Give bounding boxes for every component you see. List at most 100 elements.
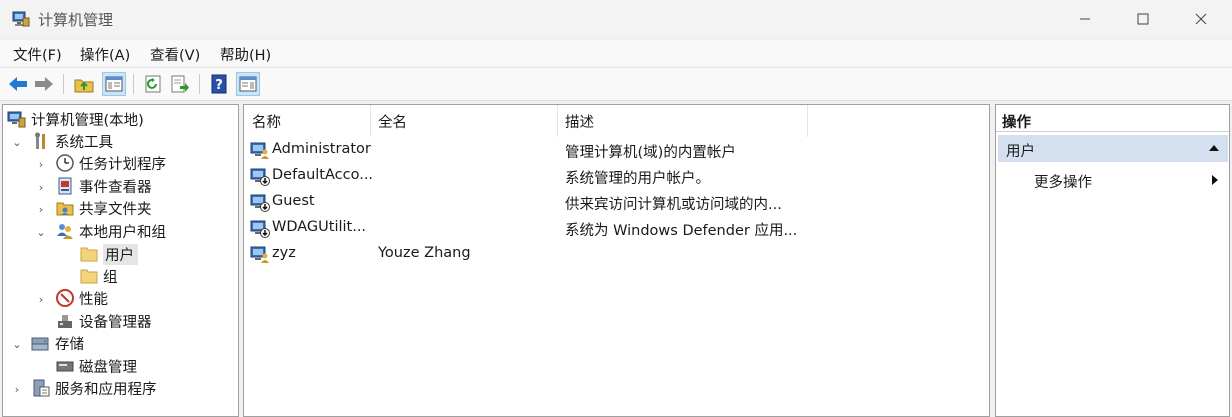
list-cell-description: 系统为 Windows Defender 应用... (565, 223, 798, 239)
actions-section-users[interactable]: 用户 (998, 135, 1228, 162)
user-disabled-icon (250, 192, 270, 216)
maximize-button[interactable] (1114, 0, 1172, 38)
menu-file[interactable]: 文件(F) (13, 44, 62, 65)
column-header-name[interactable]: 名称 (252, 111, 281, 132)
tree-item-services-apps[interactable]: 服务和应用程序 (31, 377, 157, 399)
list-cell-name: Guest (272, 193, 315, 209)
actions-title: 操作 (1002, 115, 1031, 131)
menu-bar: 文件(F) 操作(A) 查看(V) 帮助(H) (0, 40, 1232, 66)
chevron-down-icon[interactable]: ⌄ (11, 337, 23, 351)
svg-text:?: ? (215, 78, 223, 93)
export-list-button[interactable] (168, 72, 192, 96)
chevron-right-icon[interactable]: › (35, 157, 47, 171)
submenu-arrow-icon[interactable] (1211, 174, 1219, 186)
folder-icon (79, 266, 99, 286)
tree-item-task-scheduler[interactable]: 任务计划程序 (55, 152, 166, 174)
tree-label: 组 (103, 269, 118, 286)
close-icon (1195, 13, 1207, 25)
tree-label: 磁盘管理 (79, 359, 137, 376)
storage-icon (31, 333, 51, 353)
column-header-full-name[interactable]: 全名 (378, 111, 407, 132)
tree-label: 系统工具 (55, 134, 113, 151)
list-cell-description: 系统管理的用户帐户。 (565, 171, 710, 187)
collapse-up-icon (1209, 145, 1219, 151)
tree-item-system-tools[interactable]: 系统工具 (31, 130, 113, 152)
user-disabled-icon (250, 166, 270, 190)
tools-icon (31, 131, 51, 151)
computer-management-icon (7, 109, 27, 129)
tree-item-groups[interactable]: 组 (79, 265, 118, 287)
refresh-button[interactable] (141, 72, 165, 96)
title-bar: 计算机管理 (0, 0, 1232, 38)
chevron-down-icon[interactable]: ⌄ (35, 225, 47, 239)
column-header-description[interactable]: 描述 (565, 111, 594, 132)
chevron-down-icon[interactable]: ⌄ (11, 135, 23, 149)
tree-item-storage[interactable]: 存储 (31, 332, 84, 354)
refresh-icon (145, 75, 161, 93)
user-icon (250, 244, 270, 268)
up-one-level-button[interactable] (72, 72, 96, 96)
close-button[interactable] (1172, 0, 1230, 38)
minimize-button[interactable] (1056, 0, 1114, 38)
table-row[interactable]: Administrator 管理计算机(域)的内置帐户 (244, 138, 989, 162)
tree-label: 服务和应用程序 (55, 381, 157, 398)
chevron-right-icon[interactable]: › (35, 202, 47, 216)
console-tree: 计算机管理(本地) ⌄ 系统工具 › 任务计划程序 › 事件查看器 › 共享文件… (2, 104, 239, 417)
clock-icon (55, 153, 75, 173)
shared-folder-icon (55, 198, 75, 218)
users-list: 名称 全名 描述 Administrator 管理计算机(域)的内置帐户 Defau… (243, 104, 990, 417)
back-button[interactable] (6, 72, 30, 96)
tree-label: 性能 (79, 291, 108, 308)
actions-pane: 操作 用户 更多操作 (995, 104, 1230, 417)
list-cell-name: Administrator (272, 141, 371, 157)
menu-view[interactable]: 查看(V) (150, 44, 200, 65)
show-hide-tree-icon (105, 76, 123, 92)
event-viewer-icon (55, 176, 75, 196)
show-action-pane-icon (239, 76, 257, 92)
forward-button[interactable] (32, 72, 56, 96)
window-title: 计算机管理 (38, 11, 114, 29)
list-cell-description: 管理计算机(域)的内置帐户 (565, 145, 736, 161)
menu-help[interactable]: 帮助(H) (220, 44, 271, 65)
tree-item-disk-management[interactable]: 磁盘管理 (55, 355, 137, 377)
up-folder-icon (74, 79, 94, 93)
tree-item-users[interactable]: 用户 (79, 243, 138, 265)
tree-item-performance[interactable]: 性能 (55, 287, 108, 309)
list-cell-name: DefaultAcco... (272, 167, 374, 183)
minimize-icon (1080, 18, 1090, 20)
tree-label: 本地用户和组 (79, 224, 166, 241)
device-manager-icon (55, 311, 75, 331)
table-row[interactable]: DefaultAcco... 系统管理的用户帐户。 (244, 164, 989, 188)
user-disabled-icon (250, 218, 270, 242)
chevron-right-icon[interactable]: › (35, 180, 47, 194)
table-row[interactable]: zyz Youze Zhang (244, 242, 989, 266)
table-row[interactable]: WDAGUtilit... 系统为 Windows Defender 应用... (244, 216, 989, 240)
tree-label: 任务计划程序 (79, 156, 166, 173)
folder-icon (79, 244, 99, 264)
maximize-icon (1137, 13, 1149, 25)
tree-item-device-manager[interactable]: 设备管理器 (55, 310, 152, 332)
tree-label: 存储 (55, 336, 84, 353)
forward-icon (35, 77, 53, 91)
tree-item-local-users-groups[interactable]: 本地用户和组 (55, 220, 166, 242)
tree-item-event-viewer[interactable]: 事件查看器 (55, 175, 152, 197)
toolbar: ? (0, 67, 1232, 101)
show-hide-console-tree-button[interactable] (102, 72, 126, 96)
tree-item-shared-folders[interactable]: 共享文件夹 (55, 197, 152, 219)
more-actions-item[interactable]: 更多操作 (1034, 171, 1092, 192)
actions-section-label: 用户 (1006, 144, 1035, 160)
help-icon: ? (211, 74, 227, 94)
list-cell-name: zyz (272, 245, 296, 261)
help-button[interactable]: ? (207, 72, 231, 96)
chevron-right-icon[interactable]: › (35, 292, 47, 306)
table-row[interactable]: Guest 供来宾访问计算机或访问域的内... (244, 190, 989, 214)
menu-action[interactable]: 操作(A) (80, 44, 130, 65)
computer-management-icon (12, 11, 30, 27)
show-hide-action-pane-button[interactable] (236, 72, 260, 96)
tree-label: 事件查看器 (79, 179, 152, 196)
list-cell-full-name: Youze Zhang (378, 245, 471, 261)
tree-item-computer-management[interactable]: 计算机管理(本地) (7, 108, 144, 130)
list-cell-description: 供来宾访问计算机或访问域的内... (565, 197, 782, 213)
tree-label: 用户 (103, 243, 138, 265)
chevron-right-icon[interactable]: › (11, 382, 23, 396)
